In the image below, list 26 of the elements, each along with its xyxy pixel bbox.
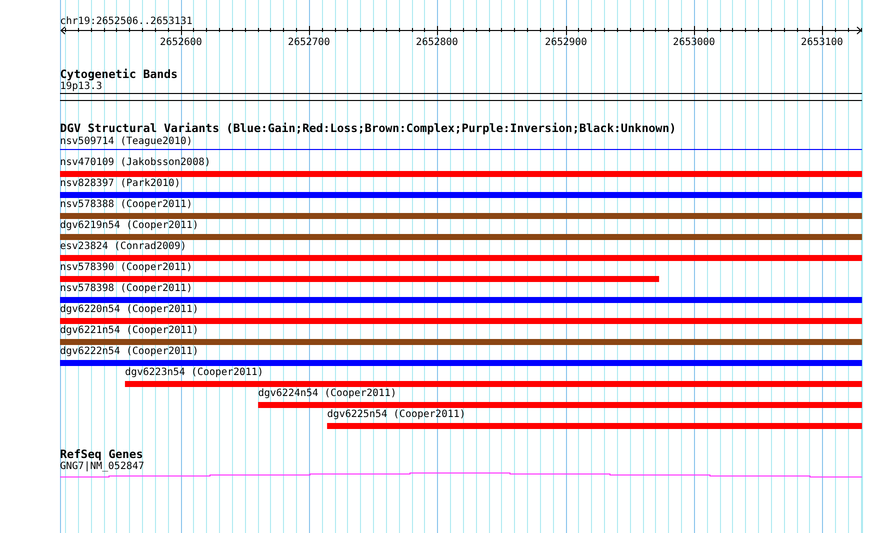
tick-label: 2652900: [544, 37, 588, 48]
tick-label: 2652600: [160, 37, 202, 48]
band-label: 19p13.3: [60, 81, 102, 92]
tick-label: 2653100: [800, 37, 844, 48]
variant-label: nsv578398 (Cooper2011): [60, 283, 192, 294]
variant-label: dgv6221n54 (Cooper2011): [60, 325, 198, 336]
variant-label: dgv6223n54 (Cooper2011): [124, 367, 264, 378]
track-title: DGV Structural Variants (Blue:Gain;Red:Loss;Brown:Complex;Purple:Inversion;Black:Unknown): [60, 121, 676, 135]
variant-label: dgv6220n54 (Cooper2011): [60, 304, 198, 315]
tick-label: 2652800: [416, 37, 458, 48]
track-title: RefSeq Genes: [60, 447, 144, 461]
variant-label: nsv509714 (Teague2010): [60, 136, 192, 147]
tick-label: 2652700: [288, 37, 330, 48]
tick-label: 2653000: [672, 37, 716, 48]
variant-label: nsv470109 (Jakobsson2008): [60, 157, 211, 168]
variant-label: dgv6224n54 (Cooper2011): [258, 388, 397, 399]
variant-label: nsv578388 (Cooper2011): [60, 199, 192, 210]
variant-label: dgv6222n54 (Cooper2011): [60, 346, 198, 357]
variant-label: nsv828397 (Park2010): [60, 178, 180, 189]
position-label: chr19:2652506..2653131: [60, 16, 192, 27]
variant-label: nsv578390 (Cooper2011): [60, 262, 192, 273]
variant-label: dgv6225n54 (Cooper2011): [327, 409, 466, 420]
track-title: Cytogenetic Bands: [60, 67, 178, 81]
gene-label: GNG7|NM_052847: [60, 461, 144, 472]
variant-label: esv23824 (Conrad2009): [60, 241, 186, 252]
variant-label: dgv6219n54 (Cooper2011): [60, 220, 198, 231]
